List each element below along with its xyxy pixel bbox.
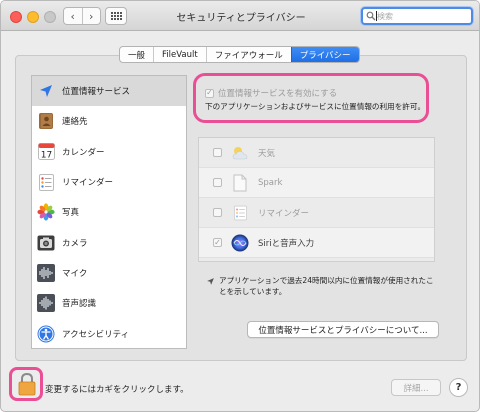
- calendar-day-number: 17: [40, 151, 51, 161]
- service-item-microphone[interactable]: マイク: [32, 258, 186, 288]
- service-label: カメラ: [62, 238, 88, 249]
- help-button[interactable]: ?: [449, 378, 468, 397]
- app-label: 天気: [258, 148, 276, 159]
- close-window-button[interactable]: [10, 11, 22, 23]
- app-row-weather[interactable]: 天気: [199, 138, 434, 168]
- zoom-window-button[interactable]: [44, 11, 56, 23]
- app-label: Spark: [258, 177, 283, 188]
- app-label: リマインダー: [258, 208, 310, 219]
- search-icon: [366, 11, 376, 21]
- title-bar: ‹ › セキュリティとプライバシー: [1, 1, 479, 31]
- tab-privacy[interactable]: プライバシー: [290, 47, 359, 62]
- tab-bar: 一般 FileVault ファイアウォール プライバシー: [119, 46, 360, 63]
- service-item-photos[interactable]: 写真: [32, 197, 186, 227]
- service-item-contacts[interactable]: 連絡先: [32, 106, 186, 136]
- service-item-speech-recognition[interactable]: 音声認識: [32, 288, 186, 318]
- calendar-icon: 17: [37, 143, 55, 161]
- tab-general[interactable]: 一般: [120, 47, 153, 62]
- window-title: セキュリティとプライバシー: [176, 13, 306, 24]
- reminders-list-icon: [230, 203, 250, 223]
- checkbox-unchecked[interactable]: [213, 208, 222, 217]
- search-input[interactable]: [377, 9, 467, 23]
- checkbox-unchecked[interactable]: [213, 178, 222, 187]
- service-label: 連絡先: [62, 117, 88, 128]
- service-label: カレンダー: [62, 147, 105, 158]
- service-item-accessibility[interactable]: アクセシビリティ: [32, 318, 186, 348]
- recent-usage-note: アプリケーションで過去24時間以内に位置情報が使用されたことを示しています。: [219, 276, 434, 296]
- lock-icon: [18, 372, 36, 396]
- about-location-privacy-button[interactable]: 位置情報サービスとプライバシーについて...: [247, 321, 439, 338]
- photos-flower-icon: [37, 203, 55, 221]
- lock-instruction-label: 変更するにはカギをクリックします。: [45, 385, 189, 395]
- back-button[interactable]: ‹: [64, 8, 82, 24]
- location-arrow-icon: [206, 277, 215, 289]
- app-label: Siriと音声入力: [258, 238, 315, 249]
- security-privacy-window: ‹ › セキュリティとプライバシー 一般 FileVault ファイアウォール …: [0, 0, 480, 412]
- camera-icon: [37, 234, 55, 252]
- weather-icon: [230, 143, 250, 163]
- service-item-reminders[interactable]: リマインダー: [32, 167, 186, 197]
- lock-button[interactable]: [9, 367, 43, 401]
- contacts-book-icon: [37, 112, 55, 130]
- checkbox-unchecked[interactable]: [213, 148, 222, 157]
- tab-firewall[interactable]: ファイアウォール: [205, 47, 291, 62]
- location-arrow-icon: [37, 82, 55, 100]
- service-label: 位置情報サービス: [62, 87, 131, 98]
- forward-button[interactable]: ›: [81, 8, 101, 24]
- service-item-location[interactable]: 位置情報サービス: [32, 76, 186, 107]
- microphone-waveform-icon: [37, 263, 55, 282]
- app-row-spark[interactable]: Spark: [199, 168, 434, 198]
- reminders-list-icon: [37, 173, 55, 191]
- minimize-window-button[interactable]: [27, 11, 39, 23]
- service-label: マイク: [62, 268, 88, 279]
- service-label: 音声認識: [62, 299, 97, 310]
- service-label: 写真: [62, 208, 80, 219]
- checkbox-checked[interactable]: ✓: [213, 238, 222, 247]
- app-row-siri[interactable]: ✓ Siriと音声入力: [199, 228, 434, 258]
- app-row-reminders[interactable]: リマインダー: [199, 198, 434, 228]
- navigation-buttons: ‹ ›: [63, 7, 101, 25]
- show-all-grid-button[interactable]: [105, 7, 127, 25]
- search-field[interactable]: [361, 7, 473, 25]
- location-app-list: 天気 Spark リマインダー ✓ Siriと音声入力: [198, 137, 435, 262]
- speech-waveform-icon: [37, 294, 55, 313]
- highlight-annotation: [193, 73, 429, 123]
- service-label: リマインダー: [62, 178, 114, 189]
- accessibility-icon: [37, 325, 55, 343]
- siri-icon: [230, 233, 250, 253]
- document-icon: [230, 173, 250, 193]
- privacy-service-list: 位置情報サービス 連絡先 17 カレンダー リマインダー 写真 カメラ マイク …: [31, 75, 187, 349]
- service-label: アクセシビリティ: [62, 329, 130, 340]
- advanced-button[interactable]: 詳細...: [391, 379, 441, 396]
- tab-filevault[interactable]: FileVault: [153, 47, 206, 62]
- service-item-calendar[interactable]: 17 カレンダー: [32, 137, 186, 167]
- service-item-camera[interactable]: カメラ: [32, 227, 186, 257]
